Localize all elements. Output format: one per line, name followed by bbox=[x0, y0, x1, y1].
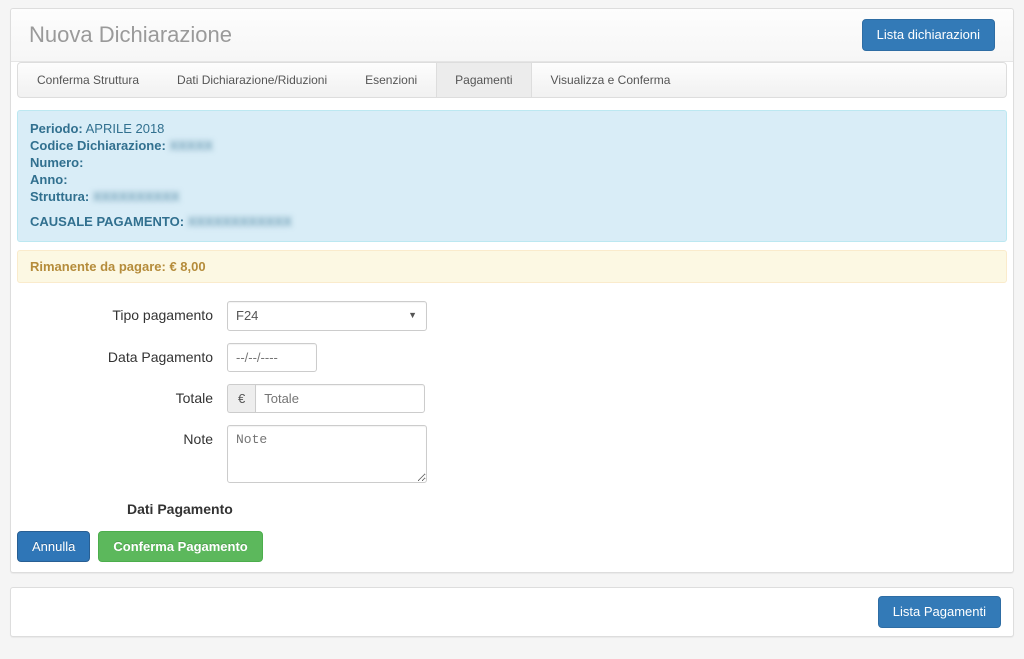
totale-label: Totale bbox=[17, 384, 227, 406]
page-title: Nuova Dichiarazione bbox=[29, 22, 232, 48]
note-textarea[interactable] bbox=[227, 425, 427, 483]
totale-input[interactable] bbox=[255, 384, 425, 413]
tab-esenzioni[interactable]: Esenzioni bbox=[346, 63, 436, 97]
conferma-pagamento-button[interactable]: Conferma Pagamento bbox=[98, 531, 262, 563]
tabs-bar: Conferma Struttura Dati Dichiarazione/Ri… bbox=[17, 62, 1007, 98]
tipo-pagamento-label: Tipo pagamento bbox=[17, 301, 227, 323]
codice-dichiarazione-value: XXXXX bbox=[169, 138, 212, 153]
struttura-value: XXXXXXXXXX bbox=[93, 189, 180, 204]
tab-visualizza-conferma[interactable]: Visualizza e Conferma bbox=[532, 63, 690, 97]
numero-label: Numero: bbox=[30, 155, 83, 170]
list-declarations-button[interactable]: Lista dichiarazioni bbox=[862, 19, 995, 51]
euro-addon: € bbox=[227, 384, 255, 413]
tab-dati-dichiarazione[interactable]: Dati Dichiarazione/Riduzioni bbox=[158, 63, 346, 97]
causale-pagamento-value: XXXXXXXXXXXX bbox=[188, 214, 292, 229]
dati-pagamento-title: Dati Pagamento bbox=[17, 501, 1007, 517]
lista-pagamenti-button[interactable]: Lista Pagamenti bbox=[878, 596, 1001, 628]
note-label: Note bbox=[17, 425, 227, 447]
struttura-label: Struttura: bbox=[30, 189, 89, 204]
causale-pagamento-label: CAUSALE PAGAMENTO: bbox=[30, 214, 184, 229]
periodo-value: APRILE 2018 bbox=[86, 121, 165, 136]
remaining-label: Rimanente da pagare: bbox=[30, 259, 169, 274]
tipo-pagamento-select[interactable]: F24 bbox=[227, 301, 427, 331]
data-pagamento-label: Data Pagamento bbox=[17, 343, 227, 365]
remaining-to-pay-box: Rimanente da pagare: € 8,00 bbox=[17, 250, 1007, 283]
tab-conferma-struttura[interactable]: Conferma Struttura bbox=[18, 63, 158, 97]
periodo-label: Periodo: bbox=[30, 121, 83, 136]
data-pagamento-input[interactable] bbox=[227, 343, 317, 372]
anno-label: Anno: bbox=[30, 172, 68, 187]
annulla-button[interactable]: Annulla bbox=[17, 531, 90, 563]
page-header: Nuova Dichiarazione Lista dichiarazioni bbox=[11, 9, 1013, 62]
remaining-value: € 8,00 bbox=[169, 259, 205, 274]
tab-pagamenti[interactable]: Pagamenti bbox=[436, 63, 531, 97]
declaration-info-box: Periodo: APRILE 2018 Codice Dichiarazion… bbox=[17, 110, 1007, 242]
codice-dichiarazione-label: Codice Dichiarazione: bbox=[30, 138, 166, 153]
